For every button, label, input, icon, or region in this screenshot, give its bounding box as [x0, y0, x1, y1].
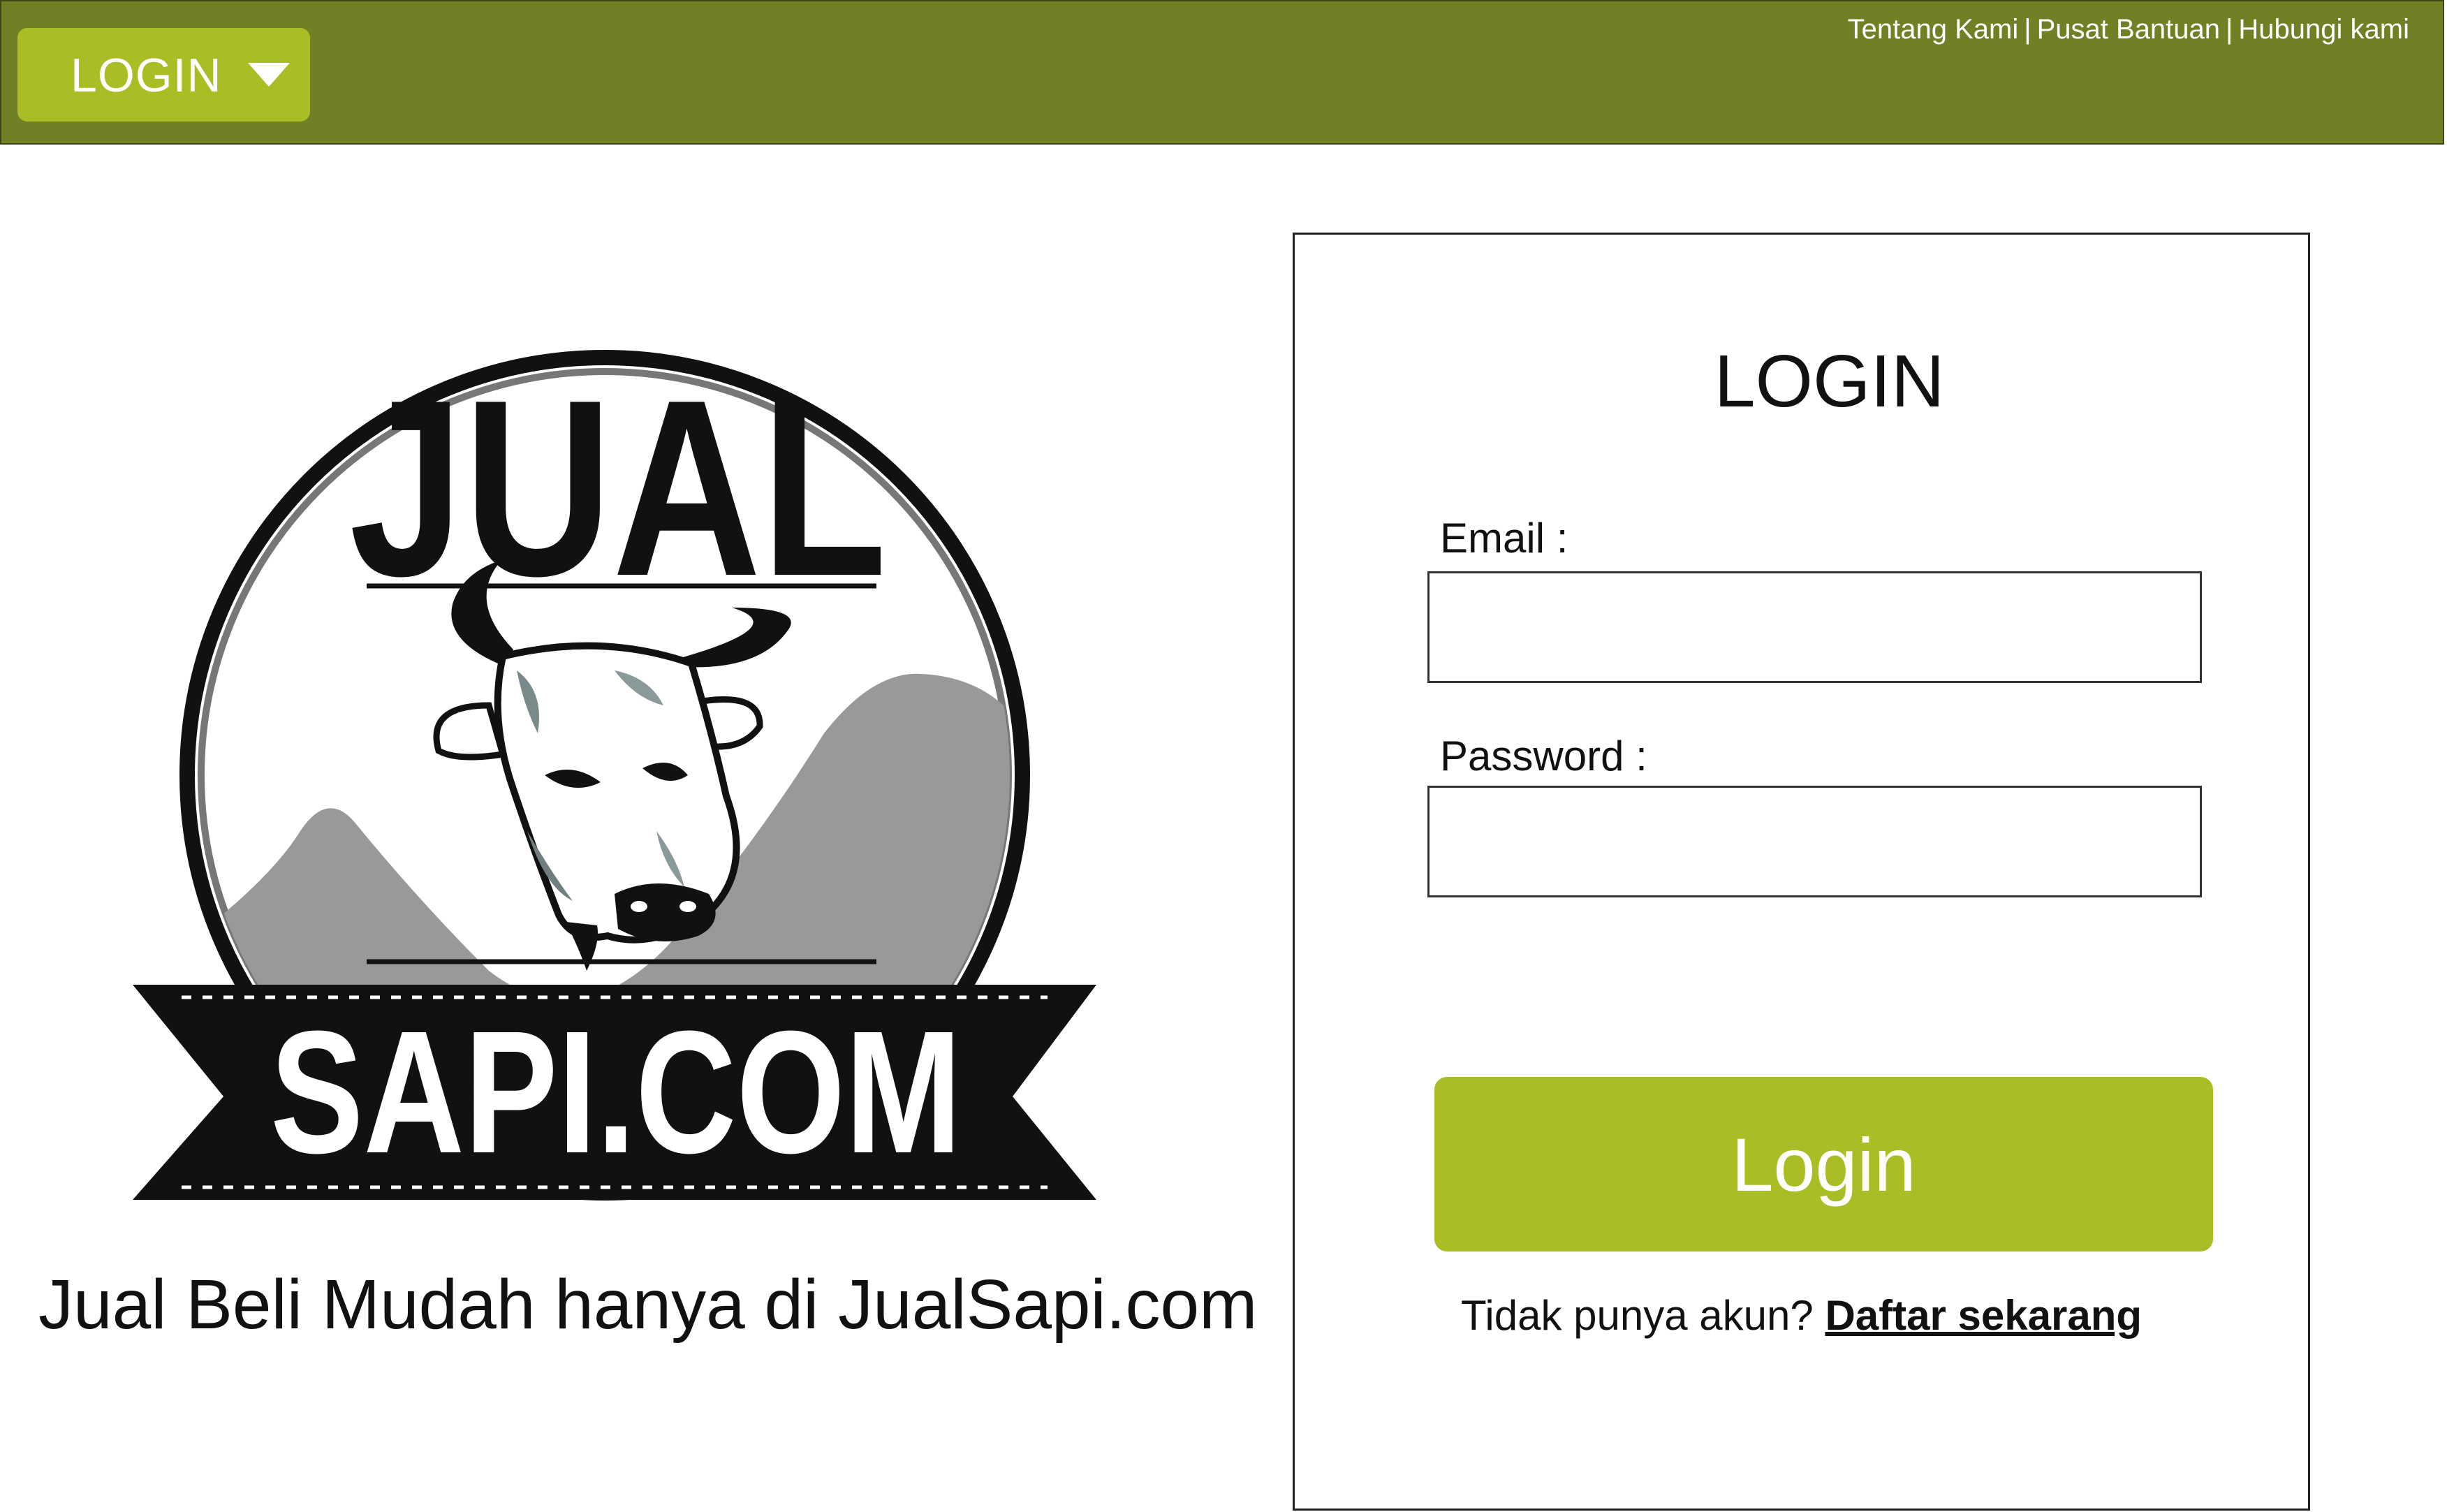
register-line: Tidak punya akun? Daftar sekarang [1295, 1291, 2308, 1341]
password-label: Password : [1440, 733, 1647, 779]
link-pusat-bantuan[interactable]: Pusat Bantuan [2037, 14, 2220, 45]
logo-banner-word: SAPI.COM [270, 994, 962, 1189]
register-prompt: Tidak punya akun? [1460, 1292, 1814, 1339]
link-separator: | [2024, 14, 2031, 45]
link-separator: | [2226, 14, 2233, 45]
register-link[interactable]: Daftar sekarang [1825, 1292, 2142, 1339]
email-label: Email : [1440, 515, 1568, 562]
login-submit-button[interactable]: Login [1434, 1077, 2213, 1252]
password-field[interactable] [1427, 786, 2202, 897]
email-field[interactable] [1427, 571, 2202, 683]
login-card: LOGIN Email : Password : Login Tidak pun… [1293, 233, 2310, 1511]
login-dropdown-button[interactable]: LOGIN [17, 28, 310, 122]
link-tentang-kami[interactable]: Tentang Kami [1848, 14, 2019, 45]
jualsapi-logo: JUAL SAPI.COM [133, 348, 1096, 1201]
top-nav-bar: LOGIN Tentang Kami | Pusat Bantuan | Hubungi… [0, 0, 2444, 145]
caret-down-icon [248, 63, 290, 87]
login-dropdown-label: LOGIN [71, 49, 222, 102]
top-links: Tentang Kami | Pusat Bantuan | Hubungi kami [1848, 11, 2409, 47]
link-hubungi-kami[interactable]: Hubungi kami [2238, 14, 2409, 45]
login-title: LOGIN [1714, 340, 1945, 423]
tagline: Jual Beli Mudah hanya di JualSapi.com [38, 1265, 1258, 1344]
